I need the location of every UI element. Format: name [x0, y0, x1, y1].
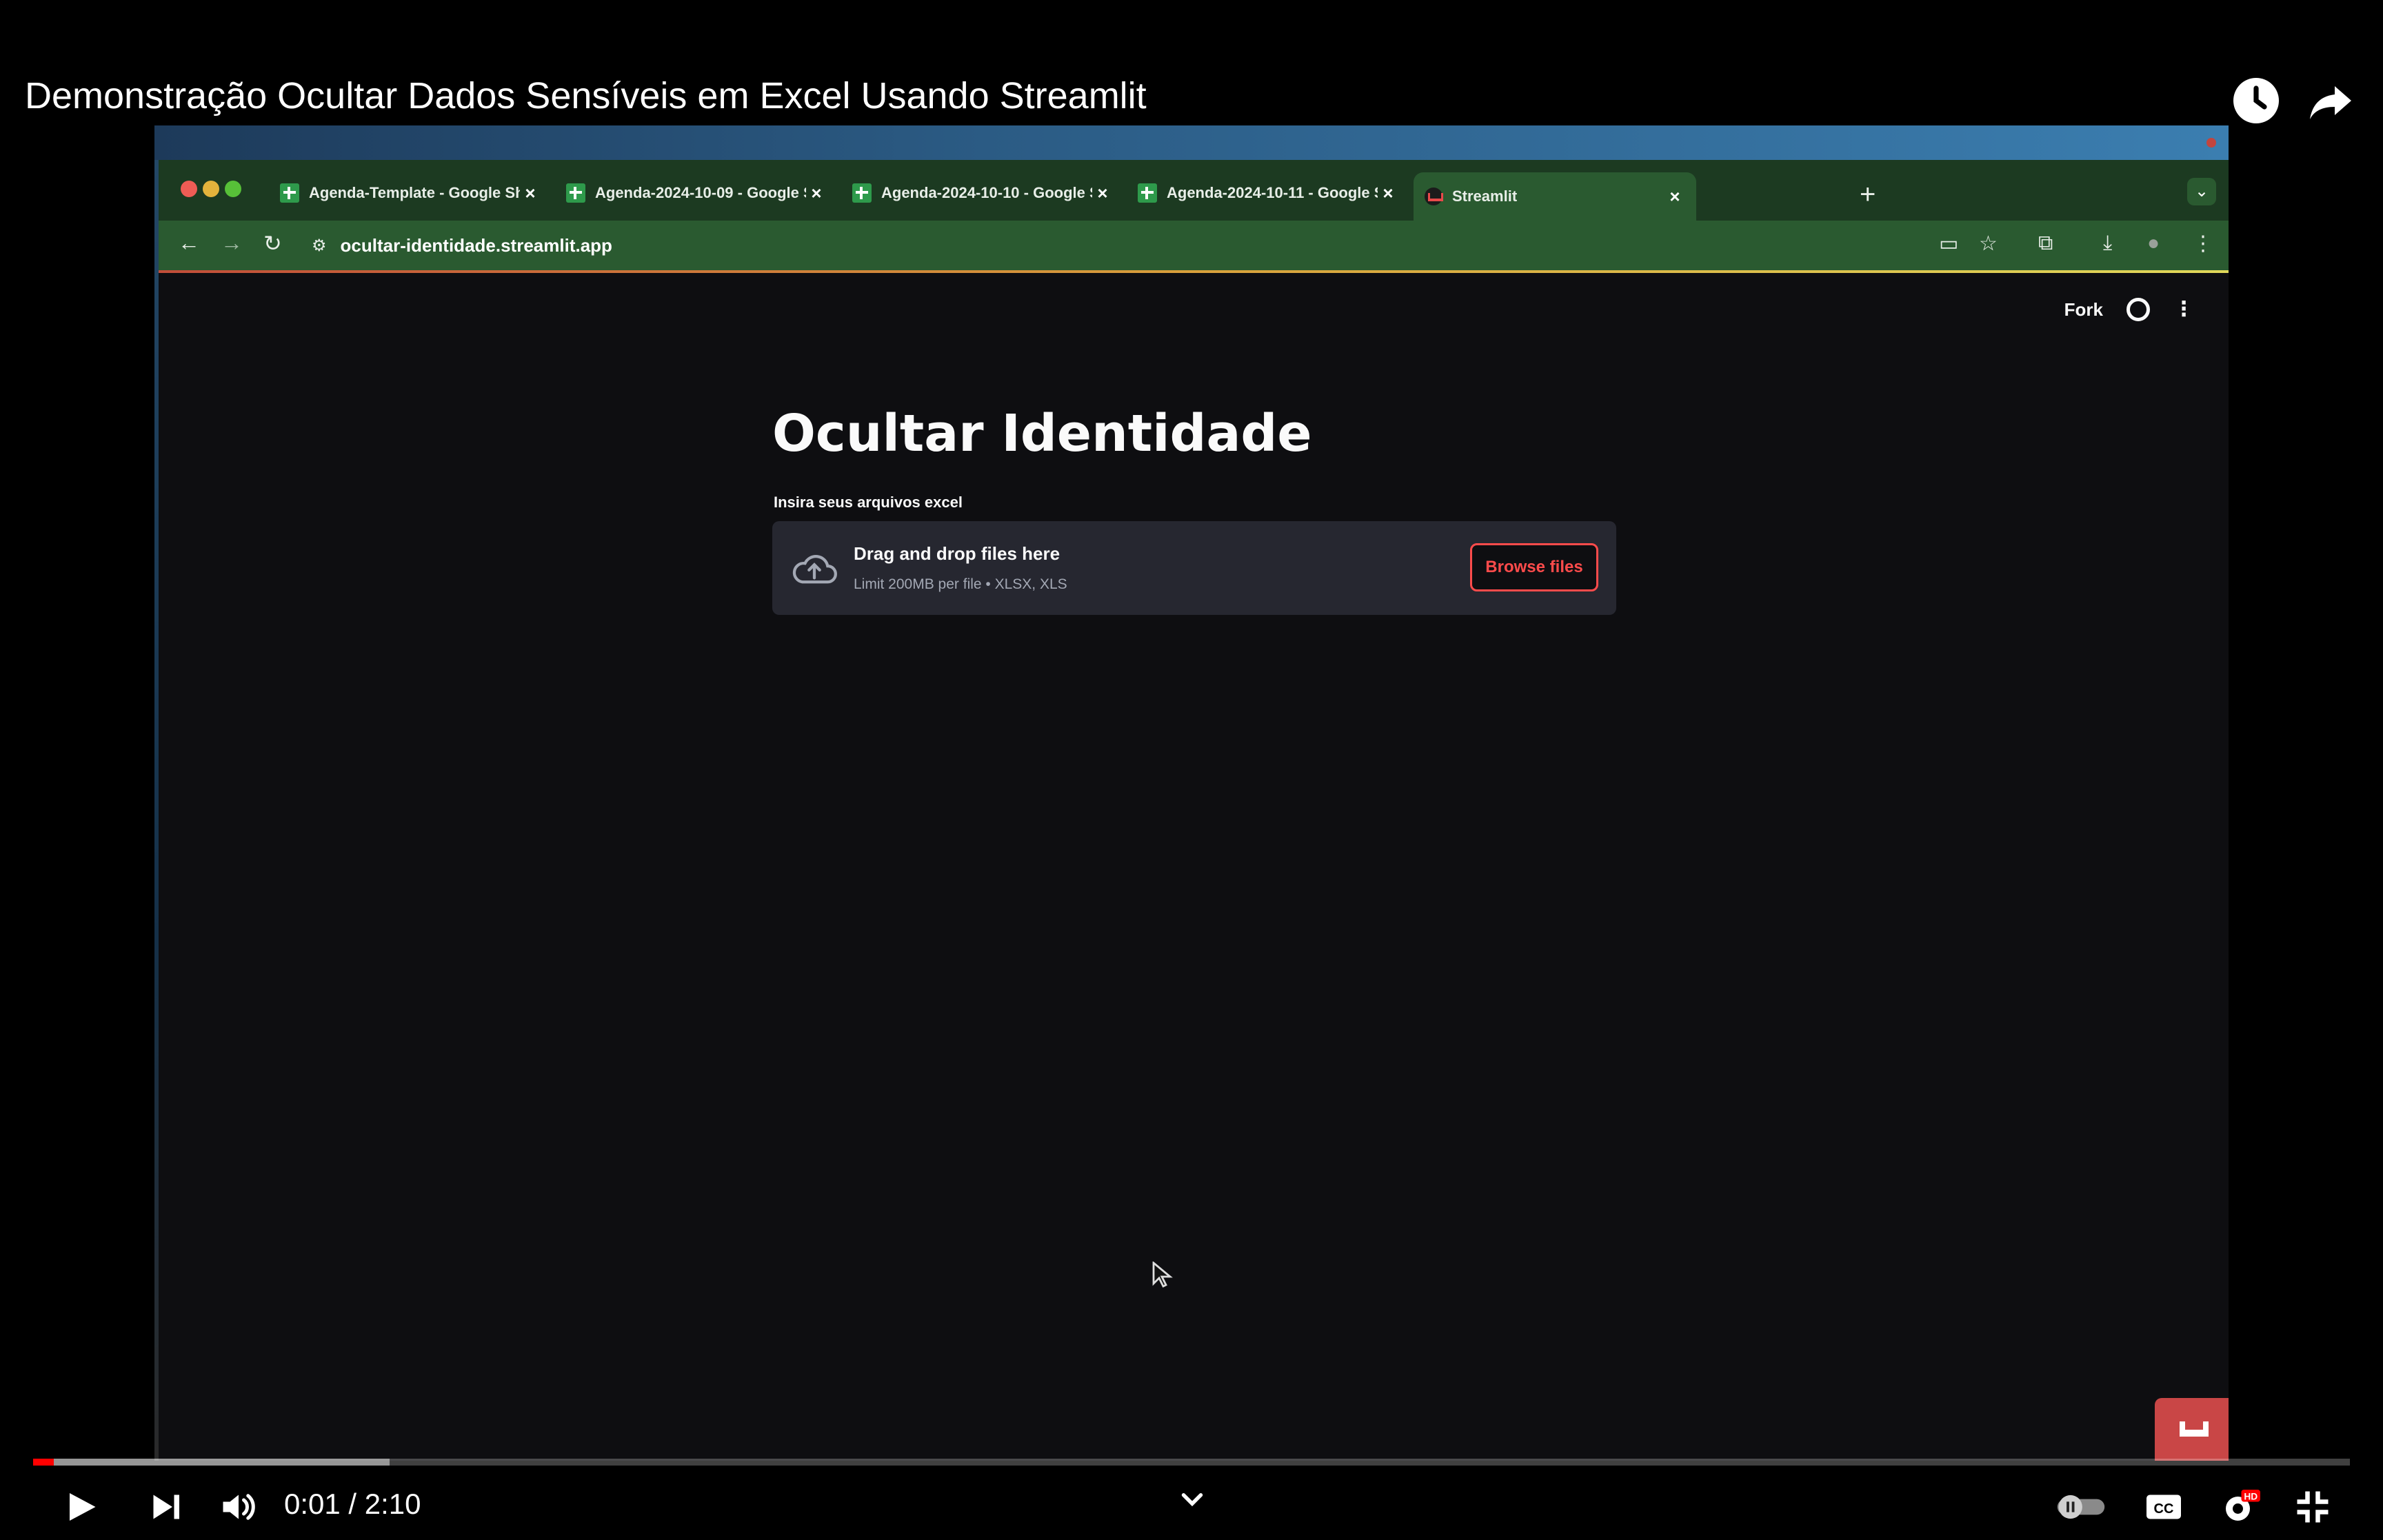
- tab-close-icon[interactable]: ×: [1092, 183, 1113, 204]
- share-arrow-icon[interactable]: [2306, 76, 2355, 125]
- fork-button[interactable]: Fork: [2064, 299, 2103, 321]
- tab-title: Agenda-2024-10-10 - Google Sheets: [881, 184, 1092, 201]
- quality-badge: HD: [2244, 1491, 2258, 1501]
- dropzone-title: Drag and drop files here: [854, 543, 1060, 564]
- url-text[interactable]: ocultar-identidade.streamlit.app: [341, 235, 612, 256]
- tab-close-icon[interactable]: ×: [520, 183, 541, 204]
- time-separator: /: [348, 1488, 357, 1520]
- volume-icon[interactable]: [212, 1481, 265, 1533]
- profile-avatar-icon[interactable]: ●: [2147, 232, 2160, 255]
- browser-tab[interactable]: Agenda-2024-10-10 - Google Sheets ×: [841, 172, 1124, 214]
- tab-title: Agenda-2024-10-09 - Google Sheets: [595, 184, 806, 201]
- uploader-label: Insira seus arquivos excel: [774, 494, 963, 511]
- progress-bar[interactable]: [33, 1459, 2350, 1466]
- sheets-icon: [852, 183, 872, 203]
- duration: 2:10: [364, 1488, 421, 1520]
- play-icon[interactable]: [54, 1481, 106, 1533]
- video-frame[interactable]: Agenda-Template - Google Sheets × Agenda…: [154, 125, 2229, 1461]
- browser-tab[interactable]: Agenda-2024-10-09 - Google Sheets ×: [555, 172, 838, 214]
- exit-fullscreen-icon[interactable]: [2286, 1481, 2339, 1533]
- site-info-icon[interactable]: ⚙: [312, 236, 327, 256]
- tab-title: Streamlit: [1452, 188, 1518, 205]
- tab-close-icon[interactable]: ×: [1665, 186, 1685, 207]
- back-icon[interactable]: ←: [178, 230, 200, 256]
- dropzone-limit-text: Limit 200MB per file • XLSX, XLS: [854, 576, 1067, 592]
- svg-text:CC: CC: [2154, 1501, 2174, 1517]
- tab-title: Agenda-2024-10-11 - Google Sheets: [1167, 184, 1378, 201]
- browser-tab[interactable]: Agenda-2024-10-11 - Google Sheets ×: [1127, 172, 1409, 214]
- tab-close-icon[interactable]: ×: [1378, 183, 1398, 204]
- tab-title: Agenda-Template - Google Sheets: [309, 184, 520, 201]
- file-dropzone[interactable]: Drag and drop files here Limit 200MB per…: [772, 521, 1616, 615]
- app-header: Fork ⋮: [2064, 298, 2194, 321]
- crown-icon: [2180, 1421, 2209, 1437]
- address-bar[interactable]: ⚙ ocultar-identidade.streamlit.app: [302, 225, 2095, 266]
- current-time: 0:01: [284, 1488, 341, 1520]
- desktop-strip: [154, 125, 2229, 160]
- gear-icon[interactable]: HD: [2213, 1481, 2266, 1533]
- browse-files-button[interactable]: Browse files: [1470, 543, 1598, 591]
- sheets-icon: [280, 183, 299, 203]
- mouse-cursor-icon: [1152, 1262, 1173, 1288]
- autoplay-toggle-icon[interactable]: [2055, 1481, 2107, 1533]
- video-player[interactable]: Demonstração Ocultar Dados Sensíveis em …: [0, 0, 2383, 1540]
- reload-icon[interactable]: ↻: [263, 230, 282, 256]
- forward-icon[interactable]: →: [221, 230, 243, 256]
- download-icon[interactable]: ⤓: [2103, 232, 2112, 255]
- sheets-icon: [1138, 183, 1157, 203]
- streamlit-icon: [1425, 188, 1443, 205]
- browser-toolbar: ← → ↻ ⚙ ocultar-identidade.streamlit.app…: [159, 221, 2229, 270]
- browser-tabbar: Agenda-Template - Google Sheets × Agenda…: [159, 160, 2229, 221]
- page-title: Ocultar Identidade: [772, 404, 1312, 463]
- browser-tab-active[interactable]: Streamlit ×: [1414, 172, 1696, 221]
- chevron-down-icon[interactable]: [1175, 1482, 1209, 1517]
- tab-search-button[interactable]: ⌄: [2187, 178, 2216, 205]
- clock-icon[interactable]: [2231, 76, 2281, 125]
- window-maximize-button[interactable]: [225, 181, 241, 197]
- extensions-icon[interactable]: ⧉: [2038, 232, 2053, 255]
- window-minimize-button[interactable]: [203, 181, 219, 197]
- next-icon[interactable]: [139, 1481, 192, 1533]
- browser-tab[interactable]: Agenda-Template - Google Sheets ×: [269, 172, 552, 214]
- video-title[interactable]: Demonstração Ocultar Dados Sensíveis em …: [25, 74, 1147, 117]
- browser-menu-icon[interactable]: ⋮: [2193, 232, 2213, 256]
- window-close-button[interactable]: [181, 181, 197, 197]
- progress-played: [33, 1459, 54, 1466]
- bookmark-star-icon[interactable]: ☆: [1979, 232, 1998, 256]
- time-display: 0:01 / 2:10: [284, 1488, 421, 1521]
- tab-close-icon[interactable]: ×: [806, 183, 827, 204]
- github-icon[interactable]: [2126, 298, 2150, 321]
- closed-captions-icon[interactable]: CC: [2138, 1481, 2190, 1533]
- progress-buffered: [33, 1459, 390, 1466]
- app-menu-icon[interactable]: ⋮: [2173, 299, 2194, 320]
- cast-icon[interactable]: ▭: [1939, 232, 1958, 256]
- new-tab-button[interactable]: +: [1860, 179, 1876, 210]
- window-close-dot: [2206, 138, 2216, 148]
- upload-cloud-icon: [792, 555, 837, 584]
- manage-app-button[interactable]: [2155, 1398, 2229, 1461]
- sheets-icon: [566, 183, 585, 203]
- streamlit-page: Fork ⋮ Ocultar Identidade Insira seus ar…: [159, 273, 2229, 1461]
